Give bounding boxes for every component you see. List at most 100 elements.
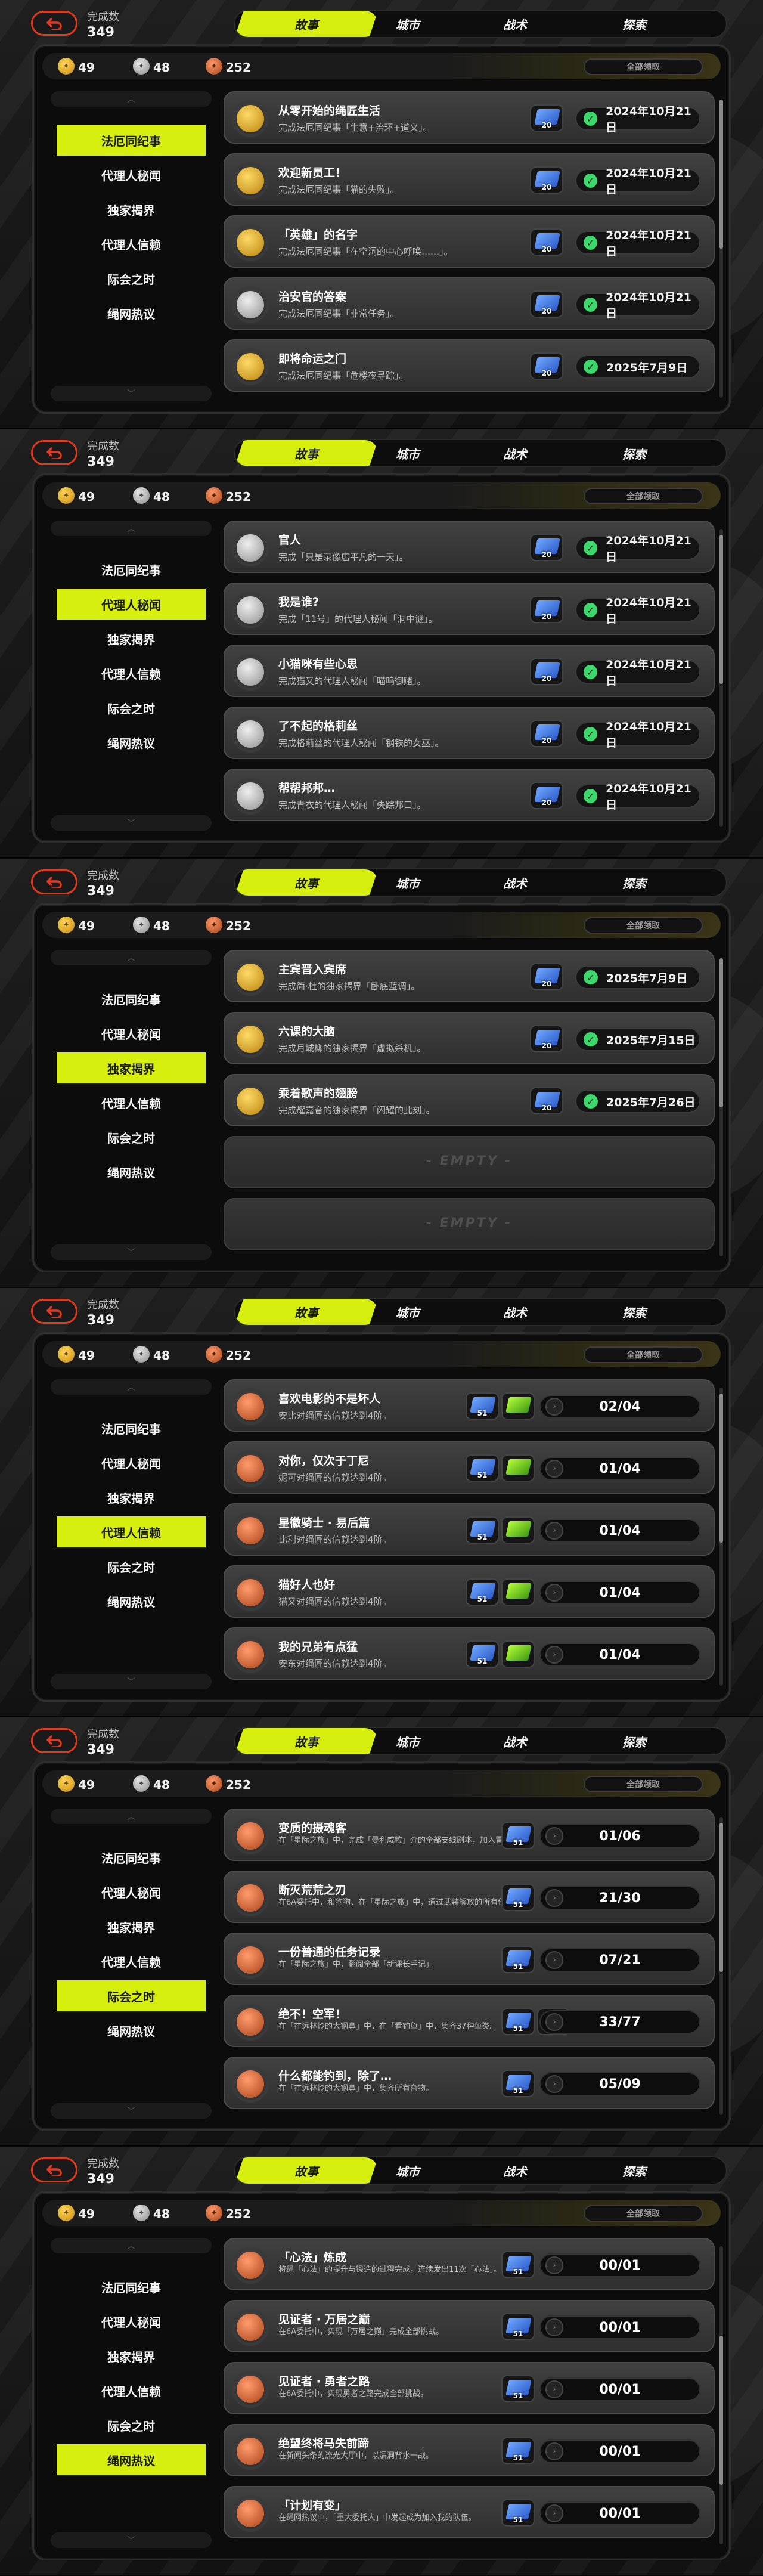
reward-item[interactable] <box>501 1392 535 1420</box>
reward-item[interactable]: 20 <box>530 352 563 380</box>
reward-item[interactable]: 51 <box>501 2008 535 2035</box>
achievement-row[interactable]: 小猫咪有些心思 完成猫又的代理人秘闻「喵呜御赌」。 20 ✓ 2024年10月21日 <box>224 645 715 697</box>
tab-city[interactable]: 城市 <box>354 869 461 896</box>
side-item[interactable]: 独家揭界 <box>57 623 206 654</box>
claim-all-button[interactable]: 全部领取 <box>584 2205 703 2222</box>
side-item[interactable]: 法厄同纪事 <box>57 1413 206 1444</box>
scrollbar-thumb[interactable] <box>719 535 723 684</box>
side-scroll-down[interactable]: ﹀ <box>51 2103 212 2119</box>
achievement-row[interactable]: 乘着歌声的翅膀 完成耀嘉音的独家揭界「闪耀的此刻」。 20 ✓ 2025年7月26日 <box>224 1074 715 1126</box>
tab-tactics[interactable]: 战术 <box>461 1728 569 1754</box>
side-scroll-down[interactable]: ﹀ <box>51 1674 212 1689</box>
achievement-row[interactable]: 绝望终将马失前蹄 在新闻头条的流光大厅中，以漏洞背水一战。 51 › 00/01 <box>224 2424 715 2476</box>
side-item[interactable]: 法厄同纪事 <box>57 983 206 1014</box>
scrollbar-thumb[interactable] <box>719 2336 723 2485</box>
claim-all-button[interactable]: 全部领取 <box>584 1346 703 1363</box>
tab-tactics[interactable]: 战术 <box>461 869 569 896</box>
achievement-row[interactable]: 见证者 · 勇者之路 在6A委托中，实现勇者之路完成全部挑战。 51 › 00/01 <box>224 2362 715 2414</box>
side-item[interactable]: 法厄同纪事 <box>57 125 206 156</box>
reward-item[interactable]: 20 <box>530 166 563 194</box>
side-scroll-up[interactable]: ︿ <box>51 521 212 536</box>
achievement-row[interactable]: 主宾晋入宾席 完成简·杜的独家揭界「卧底蓝调」。 20 ✓ 2025年7月9日 <box>224 950 715 1002</box>
reward-item[interactable]: 20 <box>530 1025 563 1052</box>
side-item[interactable]: 代理人信赖 <box>57 1946 206 1977</box>
list-scrollbar[interactable] <box>719 1388 723 1686</box>
reward-item[interactable]: 20 <box>530 104 563 132</box>
reward-item[interactable]: 51 <box>501 1822 535 1849</box>
tab-city[interactable]: 城市 <box>354 1299 461 1325</box>
reward-item[interactable]: 51 <box>501 2070 535 2097</box>
side-scroll-up[interactable]: ︿ <box>51 2238 212 2253</box>
back-button[interactable] <box>31 1299 77 1324</box>
side-item[interactable]: 独家揭界 <box>57 1911 206 1942</box>
tab-explore[interactable]: 探索 <box>569 869 700 896</box>
side-scroll-down[interactable]: ﹀ <box>51 2532 212 2548</box>
tab-explore[interactable]: 探索 <box>569 440 700 466</box>
side-scroll-up[interactable]: ︿ <box>51 950 212 965</box>
achievement-row[interactable]: 喜欢电影的不是坏人 安比对绳匠的信赖达到4阶。 51 › 02/04 <box>224 1379 715 1432</box>
side-scroll-down[interactable]: ﹀ <box>51 1244 212 1260</box>
tab-city[interactable]: 城市 <box>354 11 461 37</box>
side-item[interactable]: 代理人信赖 <box>57 2375 206 2406</box>
reward-item[interactable] <box>501 1640 535 1668</box>
reward-item[interactable]: 51 <box>501 2375 535 2402</box>
reward-item[interactable]: 20 <box>530 228 563 256</box>
tab-tactics[interactable]: 战术 <box>461 11 569 37</box>
reward-item[interactable]: 20 <box>530 596 563 623</box>
scrollbar-thumb[interactable] <box>719 1823 723 1972</box>
reward-item[interactable]: 51 <box>466 1454 499 1482</box>
list-scrollbar[interactable] <box>719 529 723 827</box>
reward-item[interactable]: 20 <box>530 720 563 747</box>
side-item[interactable]: 独家揭界 <box>57 1052 206 1083</box>
reward-item[interactable] <box>501 1454 535 1482</box>
side-item[interactable]: 代理人秘闻 <box>57 589 206 620</box>
reward-item[interactable]: 20 <box>530 1087 563 1114</box>
side-item[interactable]: 际会之时 <box>57 1980 206 2011</box>
reward-item[interactable]: 51 <box>501 1946 535 1973</box>
achievement-row[interactable]: 对你，仅次于丁尼 妮可对绳匠的信赖达到4阶。 51 › 01/04 <box>224 1441 715 1494</box>
tab-city[interactable]: 城市 <box>354 1728 461 1754</box>
achievement-row[interactable]: 一份普通的任务记录 在「星际之旅」中，翻阅全部「新课长手记」。 51 › 07/21 <box>224 1933 715 1985</box>
achievement-row[interactable]: 六课的大脑 完成月城柳的独家揭界「虚拟杀机」。 20 ✓ 2025年7月15日 <box>224 1012 715 1064</box>
side-item[interactable]: 际会之时 <box>57 692 206 723</box>
side-item[interactable]: 代理人秘闻 <box>57 1877 206 1908</box>
tab-tactics[interactable]: 战术 <box>461 1299 569 1325</box>
tab-tactics[interactable]: 战术 <box>461 2157 569 2184</box>
achievement-row[interactable]: 断灭荒荒之刃 在6A委托中，和狗狗、在「星际之旅」中，通过武装解放的所有任务。 51… <box>224 1871 715 1923</box>
reward-item[interactable]: 51 <box>501 2437 535 2464</box>
side-item[interactable]: 绳网热议 <box>57 1156 206 1187</box>
reward-item[interactable]: 20 <box>530 963 563 990</box>
achievement-row[interactable]: 变质的摄魂客 在「星际之旅」中，完成「曼利咸粒」介的全部支线剧本，加入冒险。 51 ›… <box>224 1809 715 1861</box>
claim-all-button[interactable]: 全部领取 <box>584 1776 703 1792</box>
side-item[interactable]: 绳网热议 <box>57 2015 206 2046</box>
side-scroll-up[interactable]: ︿ <box>51 1809 212 1824</box>
achievement-row[interactable]: 星徽骑士 · 易后篇 比利对绳匠的信赖达到4阶。 51 › 01/04 <box>224 1503 715 1556</box>
list-scrollbar[interactable] <box>719 2246 723 2544</box>
side-scroll-down[interactable]: ﹀ <box>51 815 212 831</box>
reward-item[interactable]: 51 <box>501 2251 535 2278</box>
side-item[interactable]: 代理人秘闻 <box>57 1447 206 1478</box>
side-item[interactable]: 代理人信赖 <box>57 658 206 689</box>
reward-item[interactable]: 20 <box>530 534 563 561</box>
claim-all-button[interactable]: 全部领取 <box>584 917 703 934</box>
back-button[interactable] <box>31 11 77 36</box>
scrollbar-thumb[interactable] <box>719 100 723 249</box>
achievement-row[interactable]: 从零开始的绳匠生活 完成法厄同纪事「生意+治环+道义」。 20 ✓ 2024年10月21… <box>224 91 715 144</box>
achievement-row[interactable]: 帮帮邦邦… 完成青衣的代理人秘闻「失踪邦口」。 20 ✓ 2024年10月21日 <box>224 769 715 821</box>
side-item[interactable]: 际会之时 <box>57 2410 206 2441</box>
reward-item[interactable]: 51 <box>466 1578 499 1606</box>
back-button[interactable] <box>31 2157 77 2182</box>
scrollbar-thumb[interactable] <box>719 958 723 1107</box>
side-scroll-down[interactable]: ﹀ <box>51 386 212 401</box>
claim-all-button[interactable]: 全部领取 <box>584 58 703 75</box>
back-button[interactable] <box>31 440 77 465</box>
side-item[interactable]: 代理人秘闻 <box>57 2306 206 2337</box>
side-item[interactable]: 绳网热议 <box>57 2444 206 2475</box>
side-item[interactable]: 绳网热议 <box>57 727 206 758</box>
achievement-row[interactable]: 「英雄」的名字 完成法厄同纪事「在空洞的中心呼唤……」。 20 ✓ 2024年10月21… <box>224 215 715 268</box>
tab-explore[interactable]: 探索 <box>569 2157 700 2184</box>
achievement-row[interactable]: 官人 完成「只是录像店平凡的一天」。 20 ✓ 2024年10月21日 <box>224 521 715 573</box>
side-item[interactable]: 代理人信赖 <box>57 1087 206 1118</box>
side-item[interactable]: 绳网热议 <box>57 1586 206 1617</box>
tab-explore[interactable]: 探索 <box>569 11 700 37</box>
